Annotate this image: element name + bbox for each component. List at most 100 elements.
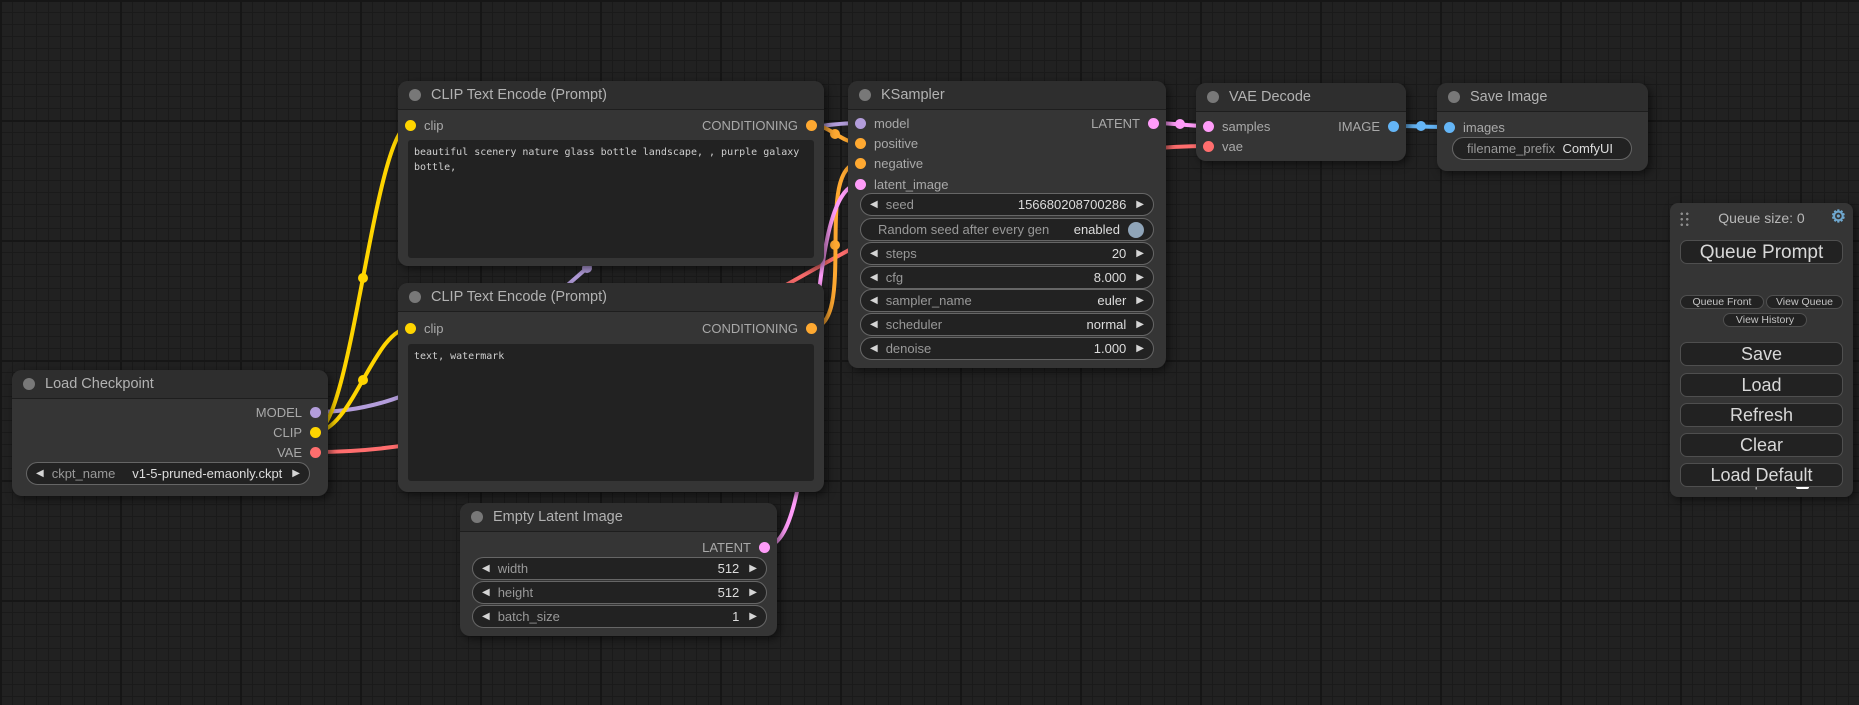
images-input-dot[interactable] [1444,122,1455,133]
increment-arrow-icon[interactable]: ▶ [292,469,300,479]
widget-value[interactable]: 8.000 [1094,270,1127,285]
widget-steps[interactable]: ◀ steps 20 ▶ [860,242,1154,265]
conditioning-output-dot[interactable] [806,323,817,334]
decrement-arrow-icon[interactable]: ◀ [482,612,490,622]
node-header[interactable]: VAE Decode [1196,83,1406,112]
node-title: Empty Latent Image [493,509,623,525]
negative-input-dot[interactable] [855,158,866,169]
save-button[interactable]: Save [1680,342,1843,366]
node-header[interactable]: CLIP Text Encode (Prompt) [398,81,824,110]
image-output-dot[interactable] [1388,121,1399,132]
widget-height[interactable]: ◀ height 512 ▶ [472,581,767,604]
increment-arrow-icon[interactable]: ▶ [1136,296,1144,306]
view-queue-button[interactable]: View Queue [1766,295,1843,309]
widget-scheduler[interactable]: ◀ scheduler normal ▶ [860,313,1154,336]
widget-value[interactable]: 1.000 [1094,341,1127,356]
queue-front-button[interactable]: Queue Front [1680,295,1764,309]
widget-seed[interactable]: ◀ seed 156680208700286 ▶ [860,193,1154,216]
widget-value[interactable]: v1-5-pruned-emaonly.ckpt [132,466,282,481]
widget-value[interactable]: 156680208700286 [1018,197,1126,212]
load-button[interactable]: Load [1680,373,1843,397]
increment-arrow-icon[interactable]: ▶ [1136,344,1144,354]
node-save-image[interactable]: Save Image images filename_prefix ComfyU… [1437,83,1648,171]
collapse-toggle-icon[interactable] [471,511,483,523]
queue-prompt-button[interactable]: Queue Prompt [1680,240,1843,264]
vae-output-dot[interactable] [310,447,321,458]
widget-label: Random seed after every gen [878,222,1049,237]
clip-input-dot[interactable] [405,323,416,334]
increment-arrow-icon[interactable]: ▶ [1136,273,1144,283]
node-load-checkpoint[interactable]: Load Checkpoint MODEL CLIP VAE ◀ ckpt_na… [12,370,328,496]
load-default-button[interactable]: Load Default [1680,463,1843,487]
increment-arrow-icon[interactable]: ▶ [1136,249,1144,259]
widget-value[interactable]: 512 [718,561,740,576]
node-header[interactable]: CLIP Text Encode (Prompt) [398,283,824,312]
decrement-arrow-icon[interactable]: ◀ [870,344,878,354]
node-ksampler[interactable]: KSampler model positive negative latent_… [848,81,1166,368]
settings-gear-icon[interactable]: ⚙ [1831,207,1846,227]
view-history-button[interactable]: View History [1723,313,1807,327]
clear-button[interactable]: Clear [1680,433,1843,457]
collapse-toggle-icon[interactable] [409,89,421,101]
prompt-textarea[interactable]: text, watermark [408,344,814,481]
comfyui-canvas[interactable]: Load Checkpoint MODEL CLIP VAE ◀ ckpt_na… [0,0,1859,705]
model-input-dot[interactable] [855,118,866,129]
node-header[interactable]: Save Image [1437,83,1648,112]
collapse-toggle-icon[interactable] [409,291,421,303]
widget-batch-size[interactable]: ◀ batch_size 1 ▶ [472,605,767,628]
widget-value[interactable]: ComfyUI [1562,141,1613,156]
clip-output-dot[interactable] [310,427,321,438]
output-slot-image: IMAGE [1338,117,1399,135]
increment-arrow-icon[interactable]: ▶ [749,564,757,574]
widget-value[interactable]: 20 [1112,246,1126,261]
increment-arrow-icon[interactable]: ▶ [1136,320,1144,330]
node-clip-text-encode-negative[interactable]: CLIP Text Encode (Prompt) clip CONDITION… [398,283,824,492]
collapse-toggle-icon[interactable] [23,378,35,390]
collapse-toggle-icon[interactable] [1207,91,1219,103]
node-clip-text-encode-positive[interactable]: CLIP Text Encode (Prompt) clip CONDITION… [398,81,824,266]
node-header[interactable]: KSampler [848,81,1166,110]
widget-cfg[interactable]: ◀ cfg 8.000 ▶ [860,266,1154,289]
vae-input-dot[interactable] [1203,141,1214,152]
decrement-arrow-icon[interactable]: ◀ [36,469,44,479]
collapse-toggle-icon[interactable] [859,89,871,101]
widget-value[interactable]: enabled [1074,222,1120,237]
refresh-button[interactable]: Refresh [1680,403,1843,427]
node-empty-latent-image[interactable]: Empty Latent Image LATENT ◀ width 512 ▶ … [460,503,777,636]
increment-arrow-icon[interactable]: ▶ [1136,200,1144,210]
decrement-arrow-icon[interactable]: ◀ [870,296,878,306]
samples-input-dot[interactable] [1203,121,1214,132]
widget-filename-prefix[interactable]: filename_prefix ComfyUI [1452,137,1632,160]
increment-arrow-icon[interactable]: ▶ [749,588,757,598]
clip-input-dot[interactable] [405,120,416,131]
node-header[interactable]: Empty Latent Image [460,503,777,532]
widget-value[interactable]: 512 [718,585,740,600]
prompt-textarea[interactable]: beautiful scenery nature glass bottle la… [408,140,814,258]
node-vae-decode[interactable]: VAE Decode samples vae IMAGE [1196,83,1406,161]
increment-arrow-icon[interactable]: ▶ [749,612,757,622]
decrement-arrow-icon[interactable]: ◀ [870,200,878,210]
widget-ckpt-name[interactable]: ◀ ckpt_name v1-5-pruned-emaonly.ckpt ▶ [26,462,310,485]
drag-handle-icon[interactable] [1679,211,1690,226]
widget-value[interactable]: euler [1097,293,1126,308]
widget-width[interactable]: ◀ width 512 ▶ [472,557,767,580]
decrement-arrow-icon[interactable]: ◀ [870,249,878,259]
collapse-toggle-icon[interactable] [1448,91,1460,103]
widget-value[interactable]: 1 [732,609,739,624]
model-output-dot[interactable] [310,407,321,418]
positive-input-dot[interactable] [855,138,866,149]
decrement-arrow-icon[interactable]: ◀ [870,320,878,330]
latent-output-dot[interactable] [1148,118,1159,129]
widget-random-seed[interactable]: Random seed after every gen enabled [860,218,1154,241]
latent-image-input-dot[interactable] [855,179,866,190]
decrement-arrow-icon[interactable]: ◀ [870,273,878,283]
toggle-enabled-icon[interactable] [1128,222,1144,238]
conditioning-output-dot[interactable] [806,120,817,131]
widget-value[interactable]: normal [1087,317,1127,332]
decrement-arrow-icon[interactable]: ◀ [482,588,490,598]
widget-denoise[interactable]: ◀ denoise 1.000 ▶ [860,337,1154,360]
node-header[interactable]: Load Checkpoint [12,370,328,399]
latent-output-dot[interactable] [759,542,770,553]
widget-sampler-name[interactable]: ◀ sampler_name euler ▶ [860,289,1154,312]
decrement-arrow-icon[interactable]: ◀ [482,564,490,574]
